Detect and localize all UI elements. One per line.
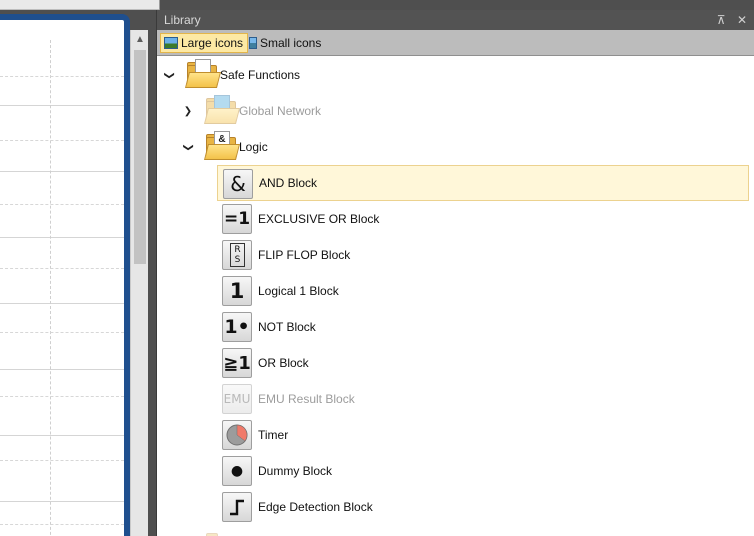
library-title: Library	[164, 13, 201, 27]
tab-strip-divider	[159, 0, 160, 10]
editor-vertical-scrollbar[interactable]: ▲	[130, 30, 148, 536]
flip-flop-glyph: RS	[229, 243, 245, 267]
tree-node-global-network[interactable]: ❯ Global Network	[157, 93, 754, 129]
large-icons-icon	[164, 37, 178, 49]
tree-item-label: AND Block	[259, 176, 318, 190]
chevron-down-icon[interactable]: ❯	[164, 70, 175, 80]
tree-item-timer[interactable]: Timer	[217, 417, 749, 453]
tree-label-global-network: Global Network	[239, 104, 322, 118]
pin-icon[interactable]: ⊼	[717, 13, 726, 27]
folder-icon	[204, 530, 238, 536]
edge-detection-block-icon	[222, 492, 252, 522]
flip-flop-block-icon: RS	[222, 240, 252, 270]
chevron-right-icon[interactable]: ❯	[183, 106, 193, 117]
tree-node-logic[interactable]: ❯ & Logic	[157, 129, 754, 165]
tree-item-dummy-block[interactable]: ● Dummy Block	[217, 453, 749, 489]
tree-node-safe-functions[interactable]: ❯ Safe Functions	[157, 57, 754, 93]
tree-item-emu-result-block[interactable]: EMU EMU Result Block	[217, 381, 749, 417]
tree-label-safe-functions: Safe Functions	[220, 68, 301, 82]
xor-block-icon: =1	[222, 204, 252, 234]
or-block-icon: ≧1	[222, 348, 252, 378]
library-panel: Library ⊼ ✕ Large icons Small icons ❯ Sa…	[156, 10, 754, 536]
small-icons-icon	[249, 37, 257, 49]
grid-line	[0, 268, 124, 269]
scroll-up-arrow-icon[interactable]: ▲	[131, 30, 149, 48]
tree-item-flip-flop-block[interactable]: RS FLIP FLOP Block	[217, 237, 749, 273]
grid-line	[0, 524, 124, 525]
logic-folder-icon: &	[204, 131, 240, 161]
tree-item-label: Dummy Block	[258, 464, 333, 478]
small-icons-label: Small icons	[260, 36, 322, 50]
grid-line	[0, 396, 124, 397]
library-toolbar: Large icons Small icons	[157, 30, 754, 56]
scrollbar-thumb[interactable]	[134, 50, 146, 264]
grid-line	[0, 332, 124, 333]
emu-result-block-icon: EMU	[222, 384, 252, 414]
diagram-editor[interactable]	[0, 14, 130, 536]
tree-label-logic: Logic	[239, 140, 268, 154]
dummy-block-icon: ●	[222, 456, 252, 486]
tree-item-and-block[interactable]: & AND Block	[217, 165, 749, 201]
logical-1-block-icon: 1	[222, 276, 252, 306]
grid-line	[0, 76, 124, 77]
library-title-bar: Library ⊼ ✕	[157, 10, 754, 30]
tree-item-label: EXCLUSIVE OR Block	[258, 212, 380, 226]
tree-item-exclusive-or-block[interactable]: =1 EXCLUSIVE OR Block	[217, 201, 749, 237]
small-icons-button[interactable]: Small icons	[246, 33, 325, 53]
tree-item-or-block[interactable]: ≧1 OR Block	[217, 345, 749, 381]
close-icon[interactable]: ✕	[737, 13, 747, 27]
grid-line	[0, 204, 124, 205]
tree-item-not-block[interactable]: 1• NOT Block	[217, 309, 749, 345]
large-icons-label: Large icons	[181, 36, 244, 50]
timer-icon	[222, 420, 252, 450]
tree-item-label: Timer	[258, 428, 289, 442]
diagram-canvas[interactable]	[0, 40, 124, 536]
application-window: ▲ Library ⊼ ✕ Large icons Small icons ❯	[0, 0, 754, 536]
and-block-icon: &	[223, 169, 253, 199]
tree-item-label: Edge Detection Block	[258, 500, 373, 514]
tree-item-logical-1-block[interactable]: 1 Logical 1 Block	[217, 273, 749, 309]
grid-line	[0, 140, 124, 141]
folder-front	[185, 72, 221, 88]
tree-item-label: NOT Block	[258, 320, 316, 334]
grid-line	[50, 40, 51, 536]
document-tab-strip	[0, 0, 160, 10]
network-folder-icon	[204, 95, 240, 125]
library-tree: ❯ Safe Functions ❯ Global Network ❯ & Lo…	[157, 56, 754, 536]
tree-item-label: Logical 1 Block	[258, 284, 339, 298]
not-block-icon: 1•	[222, 312, 252, 342]
tree-item-label: FLIP FLOP Block	[258, 248, 351, 262]
grid-line	[0, 460, 124, 461]
folder-icon	[185, 59, 221, 89]
folder-front	[204, 144, 240, 160]
tree-item-edge-detection-block[interactable]: Edge Detection Block	[217, 489, 749, 525]
tree-item-label: OR Block	[258, 356, 309, 370]
timer-dial	[226, 424, 248, 446]
edge-step-glyph	[230, 499, 244, 516]
tree-item-label: EMU Result Block	[258, 392, 355, 406]
folder-front	[204, 108, 240, 124]
chevron-down-icon[interactable]: ❯	[183, 142, 194, 152]
large-icons-button[interactable]: Large icons	[160, 33, 249, 53]
